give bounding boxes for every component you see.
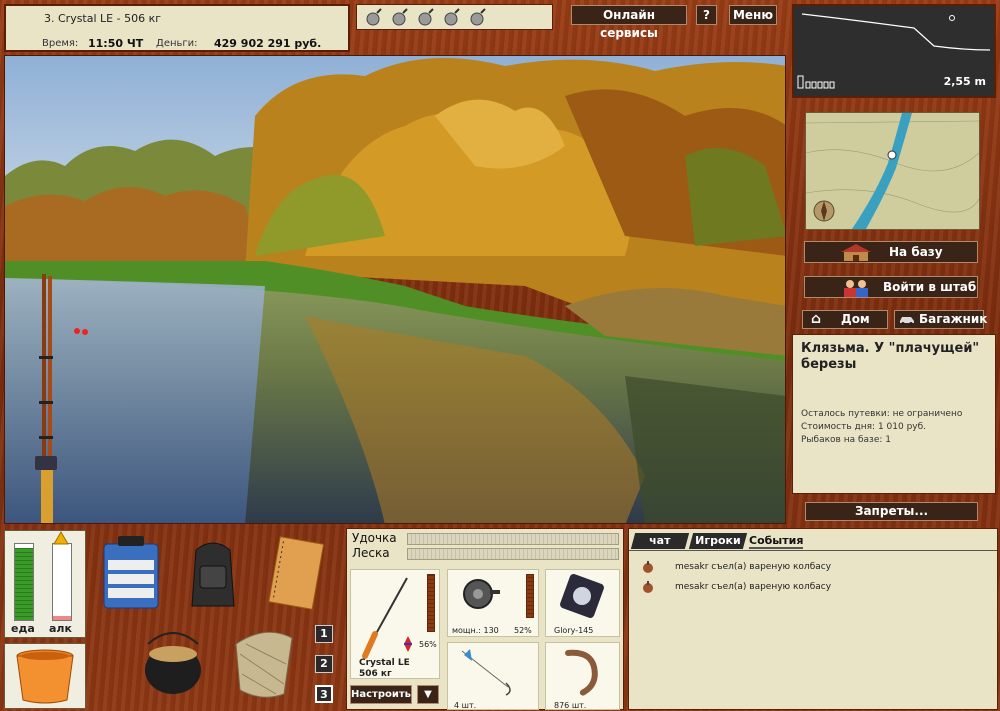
tab-players[interactable]: Игроки — [688, 533, 748, 549]
rod-slot[interactable]: 56% Crystal LE 506 кг — [350, 569, 440, 679]
hook-slot[interactable]: 4 шт. — [447, 642, 539, 710]
to-base-button[interactable]: На базу — [804, 241, 978, 263]
fish-bucket[interactable] — [4, 643, 86, 709]
reel-icon — [463, 579, 500, 609]
river-landscape — [5, 56, 785, 523]
money-label: Деньги: — [156, 38, 198, 49]
setup-button[interactable]: Настроить — [350, 685, 412, 704]
menu-button[interactable]: Меню — [729, 5, 777, 25]
line-spool-icon — [560, 574, 604, 618]
setup-dropdown-button[interactable]: ▼ — [417, 685, 439, 704]
reel-wear-bar — [526, 574, 534, 618]
time-label: Время: — [42, 38, 79, 49]
alcohol-meter — [52, 543, 72, 621]
tab-players-label: Игроки — [695, 534, 741, 547]
bans-button[interactable]: Запреты... — [805, 502, 978, 521]
bait-count: 876 шт. — [554, 701, 587, 710]
fish-net-bag-icon[interactable] — [226, 624, 300, 702]
rod-info-panel: 3. Crystal LE - 506 кг Время: 11:50 ЧТ Д… — [4, 4, 350, 52]
notebook-icon[interactable] — [264, 534, 326, 612]
rod-tension-bar — [407, 533, 619, 545]
river-map — [805, 113, 980, 229]
headquarters-label: Войти в штаб — [883, 280, 977, 294]
rod-weight: 506 кг — [359, 669, 392, 679]
trunk-button[interactable]: Багажник — [894, 310, 988, 329]
lure-icon[interactable] — [389, 8, 409, 28]
home-button[interactable]: ⌂ Дом — [802, 310, 888, 329]
line-name: Glory-145 — [554, 626, 594, 635]
reel-percent: 52% — [514, 626, 532, 635]
event-message: mesakr съел(а) вареную колбасу — [675, 582, 832, 592]
location-name: Клязьма. У "плачущей" березы — [801, 341, 980, 372]
warning-icon — [53, 531, 69, 545]
inventory-slot-1[interactable]: 1 — [315, 625, 333, 643]
compass-icon — [813, 200, 835, 222]
depth-sounder: 2,55 m — [792, 4, 996, 98]
car-icon — [900, 317, 914, 325]
location-map[interactable] — [805, 112, 980, 230]
alcohol-label: алк — [49, 622, 72, 635]
tab-events[interactable]: События — [749, 533, 803, 549]
bucket-icon — [16, 649, 74, 704]
trunk-label: Багажник — [919, 312, 988, 326]
reel-slot[interactable]: мощн.: 130 52% — [447, 569, 539, 637]
float-icon — [404, 636, 412, 652]
lure-icon[interactable] — [363, 8, 383, 28]
money-value: 429 902 291 руб. — [214, 37, 322, 50]
fishermen-count: Рыбаков на базе: 1 — [801, 435, 891, 445]
day-cost: Стоимость дня: 1 010 руб. — [801, 422, 927, 432]
tackle-panel: Удочка Леска 56% Crystal LE 506 кг мощн.… — [346, 528, 624, 710]
food-event-icon — [643, 561, 653, 573]
voucher-remaining: Осталось путевки: не ограничено — [801, 409, 963, 419]
line-slot[interactable]: Glory-145 — [545, 569, 620, 637]
signal-strength-icon — [797, 75, 835, 89]
to-base-label: На базу — [889, 245, 943, 259]
cauldron-icon[interactable] — [140, 622, 206, 700]
status-meters: еда алк — [4, 530, 86, 638]
tab-chat[interactable]: чат — [630, 533, 690, 549]
worm-bait-icon — [565, 649, 598, 696]
fishing-scene[interactable] — [4, 55, 786, 524]
bait-slot[interactable]: 876 шт. — [545, 642, 620, 710]
hooks-count: 4 шт. — [454, 701, 477, 710]
depth-value: 2,55 m — [943, 75, 986, 88]
location-info: Клязьма. У "плачущей" березы Осталось пу… — [792, 334, 996, 494]
rod-bar-label: Удочка — [352, 531, 397, 545]
people-icon — [844, 280, 868, 297]
rod-wear-bar — [427, 574, 435, 632]
inventory-slot-3[interactable]: 3 — [315, 685, 333, 703]
food-meter — [14, 543, 34, 621]
cabin-icon — [841, 244, 871, 261]
lure-icon[interactable] — [441, 8, 461, 28]
hook-rig-icon — [461, 649, 511, 696]
chat-panel: чат Игроки События mesakr съел(а) варену… — [628, 528, 998, 710]
line-tension-bar — [407, 548, 619, 560]
help-button[interactable]: ? — [696, 5, 717, 25]
lure-icon[interactable] — [467, 8, 487, 28]
time-value: 11:50 ЧТ — [88, 37, 144, 50]
tackle-box-icon[interactable] — [98, 534, 164, 612]
event-message: mesakr съел(а) вареную колбасу — [675, 562, 832, 572]
rod-title: 3. Crystal LE - 506 кг — [44, 12, 161, 25]
lure-slots — [356, 4, 553, 30]
line-bar-label: Леска — [352, 546, 390, 560]
tab-events-label: События — [749, 534, 804, 547]
online-services-button[interactable]: Онлайн сервисы — [571, 5, 687, 40]
reel-power: мощн.: 130 — [452, 626, 499, 635]
headquarters-button[interactable]: Войти в штаб — [804, 276, 978, 298]
home-label: Дом — [841, 312, 870, 326]
rod-name: Crystal LE — [359, 658, 410, 668]
backpack-icon[interactable] — [186, 536, 240, 610]
rod-percent: 56% — [419, 640, 437, 649]
home-icon: ⌂ — [811, 311, 822, 327]
food-label: еда — [11, 622, 35, 635]
inventory-slot-2[interactable]: 2 — [315, 655, 333, 673]
lure-icon[interactable] — [415, 8, 435, 28]
food-event-icon — [643, 581, 653, 593]
tab-chat-label: чат — [649, 534, 671, 547]
